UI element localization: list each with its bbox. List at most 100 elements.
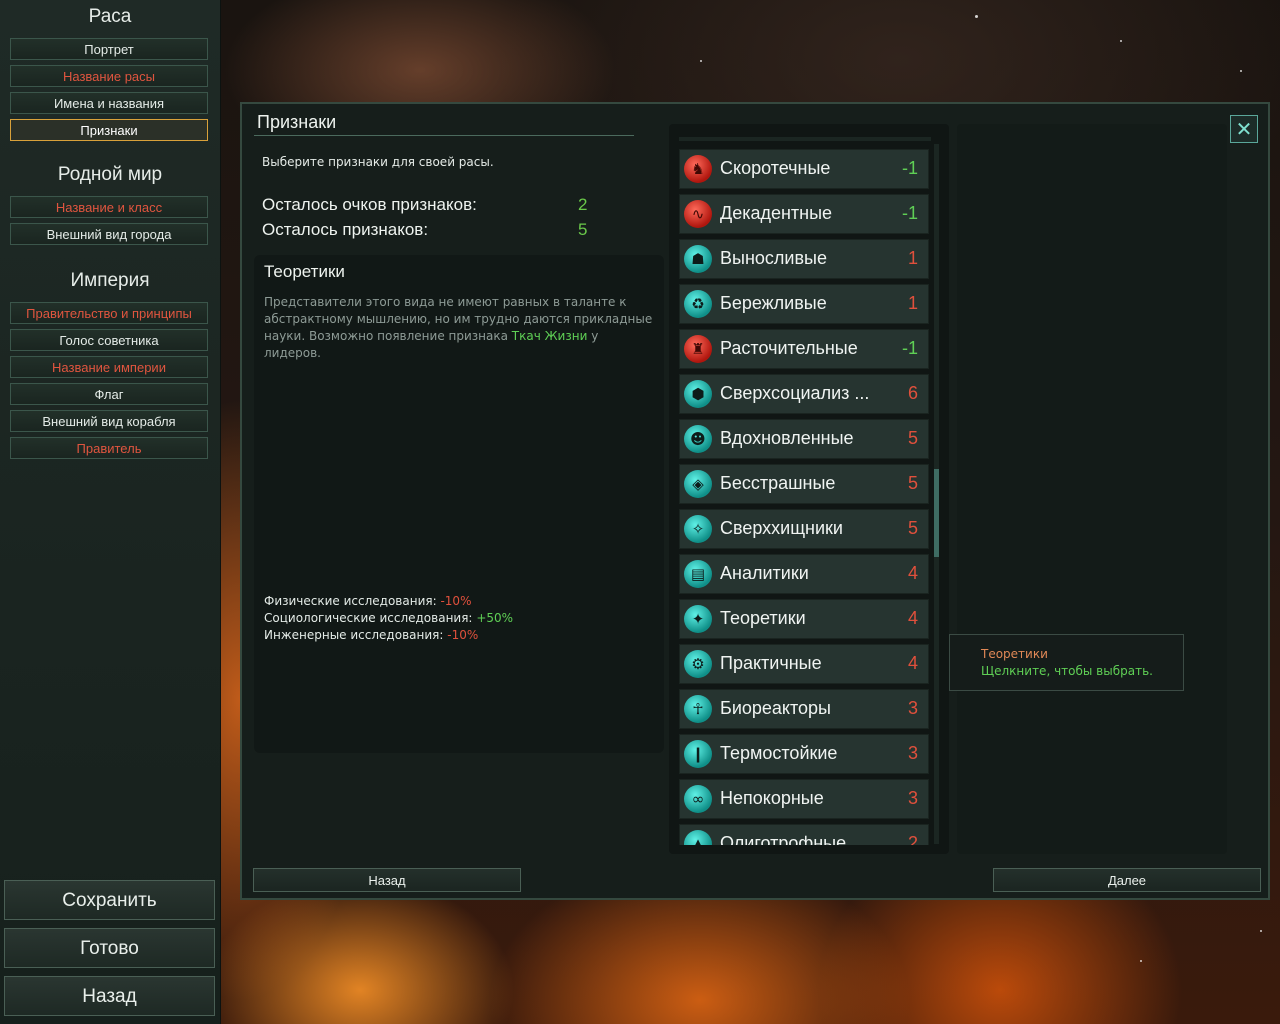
trait-cost: 1 — [907, 248, 918, 268]
trait-row[interactable]: ◈ Бесстрашные 5 — [679, 464, 929, 504]
star — [1120, 40, 1122, 42]
sidebar-back-button[interactable]: Назад — [4, 976, 215, 1016]
chosen-traits-pane — [957, 124, 1227, 854]
trait-description-box: Теоретики Представители этого вида не им… — [254, 255, 664, 753]
trait-name: Практичные — [720, 653, 822, 673]
trait-row[interactable]: ✦ Теоретики 4 — [679, 599, 929, 639]
nav-traits[interactable]: Признаки — [10, 119, 208, 141]
trait-cost: 4 — [907, 653, 918, 673]
save-button[interactable]: Сохранить — [4, 880, 215, 920]
gear-head-icon: ⚙ — [684, 650, 712, 678]
star — [1240, 70, 1242, 72]
crowd-icon: ☗ — [684, 245, 712, 273]
trait-cost: 4 — [907, 563, 918, 583]
tooltip-title: Теоретики — [981, 647, 1048, 661]
next-button[interactable]: Далее — [993, 868, 1261, 892]
trait-name: Скоротечные — [720, 158, 831, 178]
trait-list[interactable]: ♞ Скоротечные -1 ∿ Декадентные -1 ☗ Выносливые 1… — [679, 137, 931, 845]
nav-city-appearance[interactable]: Внешний вид города — [10, 223, 208, 245]
trait-row[interactable]: ☗ Выносливые 1 — [679, 239, 929, 279]
trait-name: Теоретики — [720, 608, 806, 628]
sidebar: Раса Портрет Название расы Имена и назва… — [0, 0, 221, 1024]
bulb-head-icon: ✦ — [684, 605, 712, 633]
trait-name: Декадентные — [720, 203, 833, 223]
traits-left-label: Осталось признаков: — [262, 220, 429, 239]
back-button[interactable]: Назад — [253, 868, 521, 892]
selected-trait-name: Теоретики — [264, 262, 345, 281]
trait-row[interactable]: ♞ Скоротечные -1 — [679, 149, 929, 189]
effect-engineering: Инженерные исследования: -10% — [264, 628, 478, 642]
scrollbar-thumb[interactable] — [934, 469, 939, 557]
nav-ruler[interactable]: Правитель — [10, 437, 208, 459]
nav-flag[interactable]: Флаг — [10, 383, 208, 405]
trait-cost: -1 — [901, 203, 918, 223]
trait-row[interactable]: ▲ Олиготрофные 2 — [679, 824, 929, 845]
chain-icon: ∞ — [684, 785, 712, 813]
effect-label: Социологические исследования: — [264, 611, 473, 625]
done-button[interactable]: Готово — [4, 928, 215, 968]
effect-physics: Физические исследования: -10% — [264, 594, 471, 608]
nav-planet-name-class[interactable]: Название и класс — [10, 196, 208, 218]
star — [1140, 960, 1142, 962]
nav-portrait[interactable]: Портрет — [10, 38, 208, 60]
star — [700, 60, 702, 62]
trait-name: Сверххищники — [720, 518, 843, 538]
nav-ship-appearance[interactable]: Внешний вид корабля — [10, 410, 208, 432]
rope-icon: ∿ — [684, 200, 712, 228]
trait-cost: 4 — [907, 608, 918, 628]
predator-icon: ✧ — [684, 515, 712, 543]
traits-panel: Признаки Выберите признаки для своей рас… — [240, 102, 1270, 900]
trait-cost: 3 — [907, 698, 918, 718]
effect-label: Физические исследования: — [264, 594, 437, 608]
trait-points-label: Осталось очков признаков: — [262, 195, 477, 214]
trait-row[interactable]: ♻ Бережливые 1 — [679, 284, 929, 324]
trait-cost: -1 — [901, 158, 918, 178]
trait-row[interactable]: ▤ Аналитики 4 — [679, 554, 929, 594]
selected-trait-description: Представители этого вида не имеют равных… — [264, 294, 659, 362]
trait-name: Выносливые — [720, 248, 827, 268]
trait-name: Аналитики — [720, 563, 809, 583]
nav-names[interactable]: Имена и названия — [10, 92, 208, 114]
trait-row[interactable]: ☻ Вдохновленные 5 — [679, 419, 929, 459]
trait-row[interactable]: ✧ Сверххищники 5 — [679, 509, 929, 549]
homeworld-section-title: Родной мир — [57, 164, 163, 185]
trait-cost: 5 — [907, 428, 918, 448]
trait-row[interactable]: ❙ Термостойкие 3 — [679, 734, 929, 774]
nav-empire-name[interactable]: Название империи — [10, 356, 208, 378]
thermometer-icon: ❙ — [684, 740, 712, 768]
trait-list-scrollbar[interactable] — [934, 144, 939, 844]
badger-icon: ◈ — [684, 470, 712, 498]
close-icon[interactable]: ✕ — [1230, 115, 1258, 143]
trait-cost: 2 — [907, 833, 918, 845]
leader-trait-link: Ткач Жизни — [511, 329, 588, 343]
trait-name: Бесстрашные — [720, 473, 836, 493]
effect-label: Инженерные исследования: — [264, 628, 444, 642]
instruction-text: Выберите признаки для своей расы. — [262, 155, 494, 169]
traits-left-value: 5 — [578, 220, 588, 239]
trait-name: Непокорные — [720, 788, 824, 808]
trait-cost: -1 — [901, 338, 918, 358]
trait-row[interactable]: ∿ Декадентные -1 — [679, 194, 929, 234]
trait-points-value: 2 — [578, 195, 588, 214]
tooltip-hint: Щелкните, чтобы выбрать. — [981, 664, 1153, 678]
trait-name: Расточительные — [720, 338, 858, 358]
trait-cost: 5 — [907, 518, 918, 538]
analyst-icon: ▤ — [684, 560, 712, 588]
race-section-title: Раса — [88, 6, 132, 27]
trait-cost: 6 — [907, 383, 918, 403]
trait-row[interactable]: ⚙ Практичные 4 — [679, 644, 929, 684]
trait-row[interactable]: ☥ Биореакторы 3 — [679, 689, 929, 729]
nav-government[interactable]: Правительство и принципы — [10, 302, 208, 324]
nav-race-name[interactable]: Название расы — [10, 65, 208, 87]
trait-name: Биореакторы — [720, 698, 831, 718]
star — [975, 15, 978, 18]
trait-row[interactable]: ⬢ Сверхсоциализ ... 6 — [679, 374, 929, 414]
group-icon: ☻ — [684, 425, 712, 453]
trait-row[interactable]: ∞ Непокорные 3 — [679, 779, 929, 819]
recycle-icon: ♻ — [684, 290, 712, 318]
effect-value: +50% — [476, 611, 514, 625]
trait-name: Бережливые — [720, 293, 827, 313]
trait-row[interactable]: ♜ Расточительные -1 — [679, 329, 929, 369]
nav-advisor-voice[interactable]: Голос советника — [10, 329, 208, 351]
trait-cost: 5 — [907, 473, 918, 493]
